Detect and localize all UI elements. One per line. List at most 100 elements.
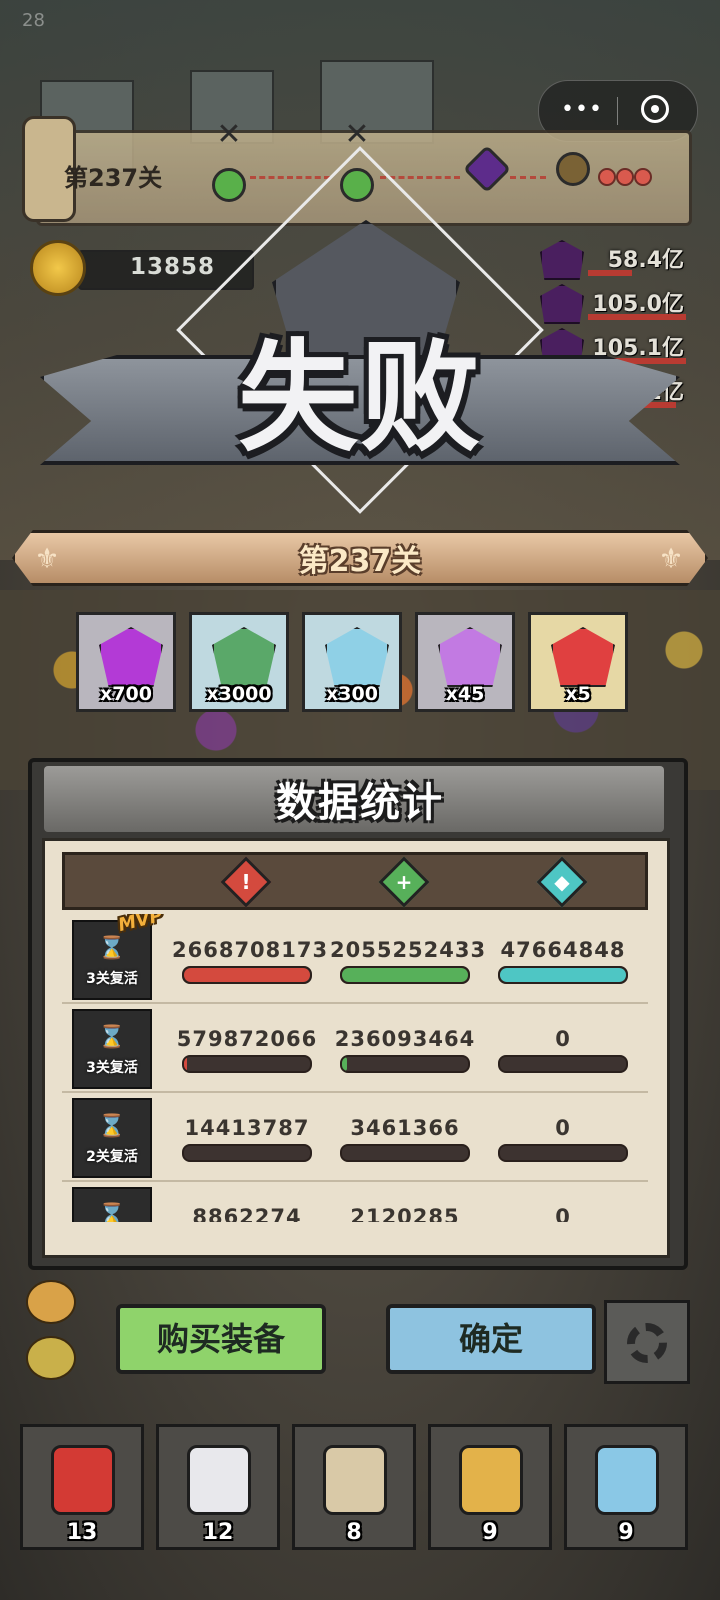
stat-heal-value: 2055252433 [330,938,487,962]
stat-heal-value: 236093464 [334,1027,476,1051]
stat-heal: 3461366 [330,1116,480,1162]
stat-damage-fill [184,968,310,982]
stats-row: ⌛ 2关复活 14413787 3461366 0 [62,1092,648,1182]
item-count: 13 [66,1520,98,1545]
stat-heal: 236093464 [330,1027,480,1073]
stat-heal-fill [342,1057,348,1071]
stat-heal-fill [342,968,468,982]
enemy-hp-bar [588,270,633,276]
confirm-button[interactable]: 确定 [386,1304,596,1374]
stat-shield: 0 [488,1116,638,1162]
hourglass-icon: ⌛ [98,936,126,961]
stat-damage-value: 14413787 [184,1116,310,1140]
stat-shield-bar [498,1144,628,1162]
stat-shield-bar [498,1055,628,1073]
coin-icon [30,240,86,296]
green-ticket-icon [212,627,276,687]
hero-avatar: ⌛ [72,1187,152,1222]
more-dots-icon[interactable]: ••• [561,97,603,122]
reward-item[interactable]: x3000 [189,612,289,712]
stage-node-cleared [212,168,246,202]
inventory-slot[interactable]: 13 [20,1424,144,1550]
stat-damage-fill [184,1057,187,1071]
enemy-row: 58.4亿 [540,240,690,280]
inventory-slot[interactable]: 9 [428,1424,552,1550]
cat-character-icon [26,1280,76,1324]
item-count: 8 [346,1520,362,1545]
inventory-slot[interactable]: 8 [292,1424,416,1550]
stat-heal-bar [340,966,470,984]
stat-damage: 14413787 [172,1116,322,1162]
path-line [250,176,330,181]
stat-shield-value: 0 [555,1116,571,1140]
reward-quantity: x45 [445,683,485,705]
inventory-slot[interactable]: 12 [156,1424,280,1550]
reward-item[interactable]: x700 [76,612,176,712]
stat-damage-bar [182,1144,312,1162]
progress-dot [634,168,652,186]
stat-damage-value: 2668708173 [172,938,329,962]
reward-item[interactable]: x5 [528,612,628,712]
hero-avatar: ⌛ 3关复活 [72,1009,152,1089]
stat-damage-value: 579872066 [176,1027,318,1051]
enemy-hp-bar [588,314,686,320]
stat-shield-bar [498,966,628,984]
settings-button[interactable] [604,1300,690,1384]
hourglass-icon: ⌛ [98,1025,126,1050]
hero-avatar: ⌛ 2关复活 [72,1098,152,1178]
scroll-quill-icon [323,1445,387,1515]
revive-label: 3关复活 [86,1060,138,1076]
revive-label: 3关复活 [86,971,138,987]
demon-avatar-icon [540,284,584,324]
reward-quantity: x3000 [206,683,272,705]
crystal-shard-icon [325,627,389,687]
cube-core-icon [551,627,615,687]
stats-row: ⌛ 3关复活 579872066 236093464 0 [62,1003,648,1093]
reward-quantity: x700 [100,683,152,705]
hourglass-icon: ⌛ [98,1114,126,1139]
first-aid-kit-icon [187,1445,251,1515]
coin-counter: 13858 [30,240,254,296]
buy-equipment-button[interactable]: 购买装备 [116,1304,326,1374]
reward-item[interactable]: x300 [302,612,402,712]
reward-quantity: x5 [565,683,591,705]
chick-character-icon [26,1336,76,1380]
crossed-swords-icon: ✕ [344,117,370,152]
defeat-title: 失败 [238,329,482,468]
demon-avatar-icon [540,240,584,280]
stat-damage-value: 8862274 [192,1205,302,1222]
stats-row: ⌛ 3关复活 MVP 2668708173 2055252433 47664848 [62,914,648,1004]
coin-value: 13858 [130,254,216,280]
stat-damage: 2668708173 [172,938,329,984]
stat-damage-bar [182,1055,312,1073]
progress-level-label: 第237关 [64,164,163,192]
stat-shield: 0 [488,1027,638,1073]
stat-shield-value: 47664848 [500,938,626,962]
hourglass-icon: ⌛ [98,1203,126,1222]
violet-crystal-icon [438,627,502,687]
progress-dot [616,168,634,186]
stats-title: 数据统计 [276,780,444,826]
stats-rows[interactable]: ⌛ 3关复活 MVP 2668708173 2055252433 47664848 ⌛ 3关复… [62,914,648,1222]
hero-avatar: ⌛ 3关复活 [72,920,152,1000]
stat-shield-value: 0 [555,1027,571,1051]
nuke-rocket-icon [595,1445,659,1515]
inventory-slot[interactable]: 9 [564,1424,688,1550]
item-count: 9 [618,1520,634,1545]
fps-counter: 28 [22,10,45,31]
stat-heal-value: 2120285 [350,1205,460,1222]
stat-heal: 2120285 [330,1205,480,1222]
purple-gem-icon [99,627,163,687]
target-circle-icon[interactable] [641,95,669,123]
stat-heal-bar [340,1144,470,1162]
stat-heal-bar [340,1055,470,1073]
cola-can-icon [51,1445,115,1515]
reward-item[interactable]: x45 [415,612,515,712]
gear-icon [627,1323,667,1363]
stat-shield: 47664848 [488,938,638,984]
path-line [510,176,546,181]
stat-damage: 8862274 [172,1205,322,1222]
item-count: 9 [482,1520,498,1545]
lightning-card-icon [459,1445,523,1515]
stat-damage: 579872066 [172,1027,322,1073]
